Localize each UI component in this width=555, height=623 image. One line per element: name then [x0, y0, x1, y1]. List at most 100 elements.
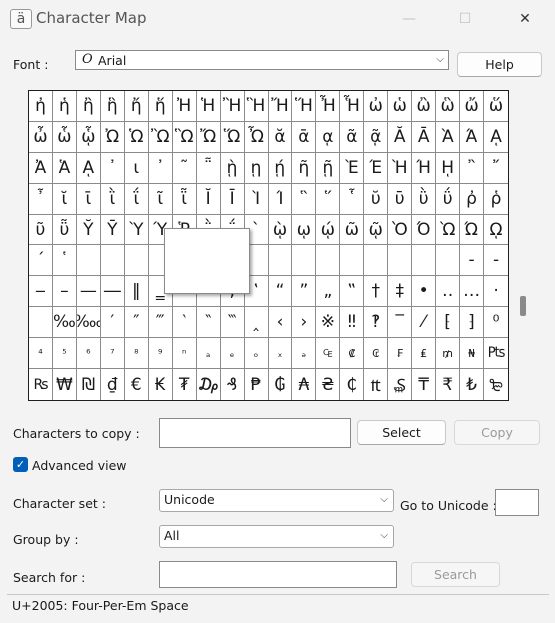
- grid-scrollbar-thumb[interactable]: [520, 296, 526, 316]
- character-cell[interactable]: ₑ: [220, 338, 245, 370]
- character-set-dropdown[interactable]: Unicode ⌵: [159, 489, 394, 512]
- character-cell[interactable]: ὧ: [52, 121, 77, 153]
- character-cell[interactable]: ῶ: [340, 214, 365, 246]
- character-cell[interactable]: Ὤ: [196, 121, 221, 153]
- character-cell[interactable]: ὥ: [484, 91, 508, 122]
- character-cell[interactable]: ₓ: [268, 338, 293, 370]
- characters-to-copy-input[interactable]: [159, 418, 351, 448]
- character-cell[interactable]: ₥: [436, 338, 461, 370]
- character-cell[interactable]: ὣ: [436, 91, 461, 122]
- character-cell[interactable]: Ἀ: [29, 152, 53, 184]
- character-cell[interactable]: ῏: [29, 183, 53, 215]
- character-cell[interactable]: ₳: [292, 369, 317, 400]
- character-cell[interactable]: Ὶ: [244, 183, 269, 215]
- character-cell[interactable]: Ὺ: [124, 214, 149, 246]
- character-cell[interactable]: Ὰ: [436, 121, 461, 153]
- character-cell[interactable]: ₲: [269, 369, 293, 400]
- character-cell[interactable]: Ἣ: [244, 91, 269, 122]
- character-cell[interactable]: ᾷ: [364, 121, 389, 153]
- character-cell[interactable]: ΐ: [124, 183, 149, 215]
- character-cell[interactable]: —: [76, 276, 101, 308]
- character-cell[interactable]: Ό: [412, 214, 437, 246]
- character-cell[interactable]: •: [412, 276, 437, 308]
- close-button[interactable]: ✕: [502, 0, 548, 38]
- character-cell[interactable]: ῷ: [364, 214, 389, 246]
- advanced-view-checkbox[interactable]: ✓: [13, 457, 28, 472]
- character-cell[interactable]: [364, 245, 389, 277]
- character-cell[interactable]: ῇ: [316, 152, 341, 184]
- character-cell[interactable]: ‼: [340, 307, 365, 339]
- character-grid[interactable]: ἠἡἢἣἤἥἨἩἪἫἬἭἮἯὠὡὢὣὤὥὦὧᾧὨὩὪὫὬὭὮᾰᾱᾳᾶᾷᾸᾹᾺΆᾼ…: [28, 90, 509, 401]
- character-cell[interactable]: ῝: [292, 183, 317, 215]
- character-cell[interactable]: Ῐ: [196, 183, 221, 215]
- help-button[interactable]: Help: [457, 52, 542, 77]
- character-cell[interactable]: ※: [316, 307, 341, 339]
- character-cell[interactable]: Ὥ: [220, 121, 245, 153]
- character-cell[interactable]: Ῑ: [220, 183, 245, 215]
- character-cell[interactable]: „: [316, 276, 341, 308]
- character-cell[interactable]: Ἁ: [52, 152, 77, 184]
- character-cell[interactable]: Έ: [364, 152, 389, 184]
- character-cell[interactable]: ΰ: [436, 183, 461, 215]
- character-cell[interactable]: ‟: [340, 276, 365, 308]
- advanced-view-label[interactable]: Advanced view: [32, 458, 127, 473]
- search-button[interactable]: Search: [411, 562, 500, 587]
- character-cell[interactable]: ῖ: [148, 183, 173, 215]
- character-cell[interactable]: ₯: [197, 369, 221, 400]
- character-cell[interactable]: ‶: [196, 307, 221, 339]
- character-cell[interactable]: ‰: [52, 307, 77, 339]
- character-cell[interactable]: ”: [292, 276, 317, 308]
- character-cell[interactable]: ῆ: [292, 152, 317, 184]
- character-cell[interactable]: ₠: [316, 338, 341, 370]
- character-cell[interactable]: ὠ: [364, 91, 389, 122]
- character-cell[interactable]: Ὣ: [172, 121, 197, 153]
- character-cell[interactable]: ₺: [460, 369, 485, 400]
- character-cell[interactable]: ῤ: [460, 183, 485, 215]
- character-cell[interactable]: ῌ: [436, 152, 461, 184]
- character-cell[interactable]: ἠ: [29, 91, 53, 122]
- character-cell[interactable]: Ῠ: [76, 214, 101, 246]
- character-cell[interactable]: ‱: [76, 307, 101, 339]
- character-cell[interactable]: ₔ: [292, 338, 317, 370]
- character-cell[interactable]: [340, 245, 365, 277]
- character-cell[interactable]: ῒ: [100, 183, 125, 215]
- character-cell[interactable]: ι: [124, 152, 149, 184]
- character-cell[interactable]: Ὦ: [244, 121, 269, 153]
- character-cell[interactable]: ῂ: [220, 152, 245, 184]
- character-cell[interactable]: ῳ: [292, 214, 317, 246]
- character-cell[interactable]: ₤: [412, 338, 437, 370]
- character-cell[interactable]: Ὼ: [436, 214, 461, 246]
- character-cell[interactable]: ‑: [484, 245, 508, 277]
- character-cell[interactable]: ₷: [388, 369, 413, 400]
- character-cell[interactable]: ‾: [388, 307, 413, 339]
- character-cell[interactable]: ₭: [149, 369, 173, 400]
- character-cell[interactable]: ―: [100, 276, 125, 308]
- character-cell[interactable]: ᾰ: [268, 121, 293, 153]
- character-cell[interactable]: [412, 245, 437, 277]
- character-cell[interactable]: Ώ: [460, 214, 485, 246]
- character-cell[interactable]: ⁸: [124, 338, 149, 370]
- character-cell[interactable]: Ή: [412, 152, 437, 184]
- character-cell[interactable]: Ῡ: [100, 214, 125, 246]
- character-cell[interactable]: ⁴: [29, 338, 53, 370]
- character-cell[interactable]: [436, 245, 461, 277]
- character-cell[interactable]: ῼ: [484, 215, 508, 246]
- character-cell[interactable]: Ὠ: [100, 121, 125, 153]
- character-cell[interactable]: Ᾰ: [388, 121, 413, 153]
- character-cell[interactable]: –: [52, 276, 77, 308]
- character-cell[interactable]: ᾳ: [316, 121, 341, 153]
- character-cell[interactable]: ὢ: [412, 91, 437, 122]
- character-cell[interactable]: ₩: [53, 369, 77, 400]
- character-cell[interactable]: ₻: [484, 369, 508, 400]
- character-cell[interactable]: [388, 245, 413, 277]
- character-cell[interactable]: Ὡ: [124, 121, 149, 153]
- character-cell[interactable]: ´: [29, 245, 53, 277]
- character-cell[interactable]: ῀: [172, 152, 197, 184]
- character-cell[interactable]: [29, 307, 53, 339]
- character-cell[interactable]: ῄ: [268, 152, 293, 184]
- character-cell[interactable]: ῲ: [268, 214, 293, 246]
- character-cell[interactable]: ₵: [340, 369, 365, 400]
- character-cell[interactable]: ₡: [340, 338, 365, 370]
- character-cell[interactable]: ᾼ: [484, 122, 508, 153]
- character-cell[interactable]: ⁷: [100, 338, 125, 370]
